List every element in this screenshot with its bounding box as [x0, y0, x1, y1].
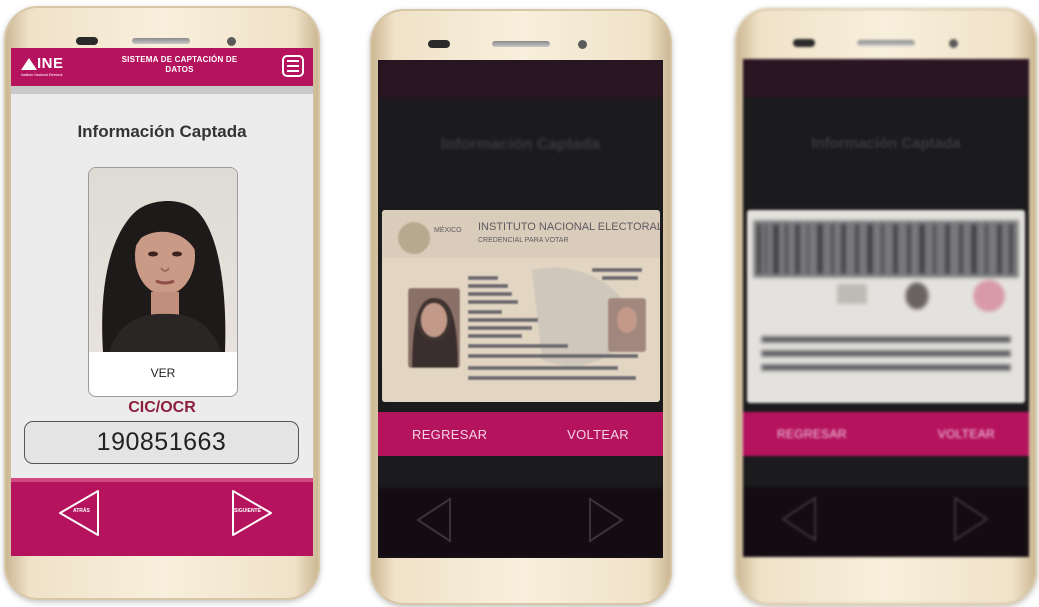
photo-card[interactable]: VER: [88, 167, 238, 397]
dimmed-header: [378, 60, 663, 98]
image-actions-bar: REGRESAR VOLTEAR: [378, 412, 663, 456]
dimmed-page-title: Información Captada: [811, 135, 961, 152]
person-photo: [89, 168, 237, 352]
next-button[interactable]: SIGUIENTE: [229, 488, 275, 538]
next-label: SIGUIENTE: [234, 508, 261, 514]
cic-ocr-value-field: 190851663: [24, 421, 299, 464]
card-institute-text: INSTITUTO NACIONAL ELECTORAL: [478, 221, 660, 233]
image-actions-bar: REGRESAR VOLTEAR: [743, 412, 1029, 456]
dimmed-next-arrow-icon: [589, 497, 624, 543]
phone-camera: [578, 40, 587, 49]
page-title: Información Captada: [77, 122, 247, 141]
app-screen-dimmed: Información Captada: [743, 59, 1029, 557]
back-button[interactable]: ATRÁS: [56, 488, 102, 538]
cic-ocr-label: CIC/OCR: [128, 399, 196, 416]
dimmed-back-arrow-icon: [781, 496, 816, 542]
navigation-footer: ATRÁS SIGUIENTE: [11, 478, 313, 556]
phone-frame-3: Información Captada REGRESAR VOLTEAR: [735, 8, 1037, 605]
hamburger-menu-icon[interactable]: [282, 55, 304, 77]
card-subtitle-text: CREDENCIAL PARA VOTAR: [478, 237, 569, 244]
phone-speaker: [857, 40, 915, 46]
regresar-button[interactable]: REGRESAR: [412, 427, 487, 442]
phone-camera: [227, 37, 236, 46]
ine-logo: INE Instituto Nacional Electoral: [21, 55, 64, 77]
header-shadow-bar: [11, 86, 313, 94]
id-card-front-image: MÉXICO INSTITUTO NACIONAL ELECTORAL CRED…: [382, 210, 660, 402]
view-button[interactable]: VER: [89, 366, 237, 380]
phone-speaker: [492, 41, 550, 47]
voltear-button[interactable]: VOLTEAR: [938, 427, 995, 441]
phone-sensor: [793, 39, 815, 47]
phone-frame-1: INE Instituto Nacional Electoral SISTEMA…: [4, 6, 320, 600]
back-label: ATRÁS: [73, 508, 90, 514]
app-header: INE Instituto Nacional Electoral SISTEMA…: [11, 48, 313, 86]
dimmed-next-arrow-icon: [954, 496, 989, 542]
app-screen-dimmed: Información Captada: [378, 60, 663, 558]
id-card-back-image: [747, 210, 1025, 403]
phone-sensor: [76, 37, 98, 45]
dimmed-page-title: Información Captada: [440, 136, 601, 153]
phone-speaker: [132, 38, 190, 44]
card-country-text: MÉXICO: [434, 225, 462, 234]
dimmed-header: [743, 59, 1029, 97]
phone-camera: [949, 39, 958, 48]
regresar-button[interactable]: REGRESAR: [777, 427, 847, 441]
phone-sensor: [428, 40, 450, 48]
dimmed-back-arrow-icon: [416, 497, 451, 543]
voltear-button[interactable]: VOLTEAR: [567, 427, 629, 442]
app-screen: INE Instituto Nacional Electoral SISTEMA…: [11, 48, 313, 556]
phone-frame-2: Información Captada MÉXICO INSTITUTO NAC…: [370, 9, 672, 605]
app-title: SISTEMA DE CAPTACIÓN DE DATOS: [121, 55, 238, 74]
